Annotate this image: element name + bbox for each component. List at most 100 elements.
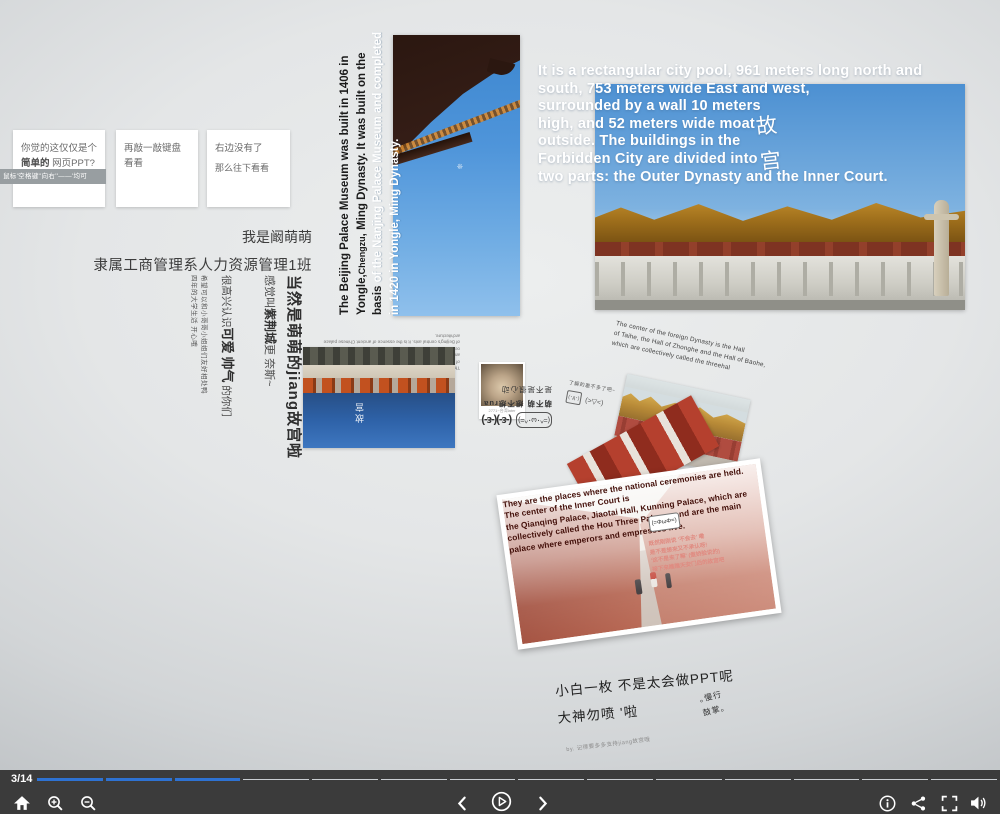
prev-slide-button[interactable] — [450, 792, 474, 814]
para-line-1: It is a rectangular city pool, 961 meter… — [538, 63, 978, 81]
watermark-text: 故宫 — [353, 401, 366, 423]
slide-counter: 3/14 — [11, 773, 32, 785]
zoom-out-icon — [80, 795, 97, 812]
inner-court-card: They are the places where the national c… — [496, 458, 781, 650]
cn-line-3b: 可爱 — [220, 328, 235, 354]
progress-segment[interactable] — [794, 779, 860, 780]
progress-segment[interactable] — [243, 779, 309, 780]
rotated-en-text: The Beijing Palace Museum was built in 1… — [337, 35, 405, 315]
water-band: 故宫 — [303, 393, 455, 448]
home-button[interactable] — [10, 792, 34, 814]
fullscreen-icon — [941, 795, 958, 812]
prev-icon — [457, 796, 467, 811]
kaomoji-text-2: 是不是很心动 — [452, 384, 552, 395]
info-button[interactable] — [875, 792, 899, 814]
byline-text: by. 记得要多多支持jiang故宫哦 — [566, 735, 651, 753]
autoplay-button[interactable] — [489, 790, 513, 812]
progress-segment[interactable] — [175, 778, 241, 781]
progress-segment[interactable] — [862, 779, 928, 780]
foreign-dynasty-paragraph: The center of the foreign Dynasty is the… — [611, 319, 789, 384]
en-line-4: in 1420 in Yongle, Ming Dynasty. — [387, 35, 404, 315]
next-slide-button[interactable] — [531, 792, 555, 814]
share-button[interactable] — [906, 792, 930, 814]
cn-tiny-1: 希望可以和小哥哥小姐姐们友好相处鸭 — [198, 275, 208, 471]
progress-segment[interactable] — [106, 778, 172, 781]
cn-line-3a: 很高兴认识 — [220, 275, 232, 328]
author-name: 我是阚萌萌 — [55, 227, 312, 247]
fullscreen-button[interactable] — [937, 792, 961, 814]
hint-card-2-line1: 再敲一敲键盘看看 — [124, 141, 190, 171]
cn-line-3c: 帅气 — [220, 356, 235, 382]
moat-photo-flipped: 故宫 — [303, 347, 455, 448]
para-line-2: south, 753 meters wide East and west, — [538, 81, 978, 99]
hint-card-3-line1: 右边没有了 — [215, 141, 282, 156]
marble-balustrade — [595, 256, 965, 300]
outro-text: 小白一枚 不是太会做PPT呢 大神勿喷 '啦 ｡慢行 鼓掌｡ — [554, 664, 736, 726]
cn-line-2b: 紫荆城 — [263, 308, 277, 344]
cn-tiny-2: 四年的大学生活 开心哦 — [187, 275, 197, 471]
share-icon — [910, 795, 927, 812]
cat-kaomoji: (=^･ω･^=) — [516, 412, 552, 428]
next-icon — [538, 796, 548, 811]
know-check-group: 了解的差不多了吧~ (･д･) (>▽<) — [565, 379, 616, 411]
roof-eaves-photo: ❊ — [393, 35, 520, 316]
player-toolbar: 3/14 — [0, 770, 1000, 814]
cn-line-1: 当然是萌萌的jiang故宫啦 — [284, 275, 305, 471]
hint-card-3: 右边没有了 那么往下看看 — [207, 130, 290, 207]
progress-segment[interactable] — [450, 779, 516, 780]
wall-band — [303, 365, 455, 378]
rotated-cn-text: 当然是萌萌的jiang故宫啦 感觉叫紫荆城更 奈斯~ 很高兴认识可爱 帅气 的你… — [195, 275, 305, 471]
flip-line-3: of Beijing's central axis. It is the ess… — [308, 332, 460, 345]
hint-card-1-bold: 简单的 — [21, 158, 50, 169]
para-line-7: two parts: the Outer Dynasty and the Inn… — [538, 169, 978, 187]
terrace-base — [595, 300, 965, 310]
hint-card-3-line2: 那么往下看看 — [215, 161, 282, 175]
progress-bar[interactable] — [37, 778, 997, 781]
progress-segment[interactable] — [312, 779, 378, 780]
info-icon — [879, 795, 896, 812]
roof-silhouette — [393, 35, 520, 316]
tree-band — [303, 347, 455, 365]
keyboard-hint-strip: 鼠标'空格键''向右''——'均可 — [0, 169, 106, 184]
stone-pillar — [934, 200, 949, 296]
volume-icon — [970, 795, 988, 811]
author-intro: 我是阚萌萌 隶属工商管理系人力资源管理1班 — [55, 227, 312, 275]
kaomoji-group-flipped: (=^･ω･^=) (-ε-)(-ε-) 萌不萌 想不想rua 是不是很心动 — [452, 384, 552, 428]
zoom-out-button[interactable] — [76, 792, 100, 814]
face-pair-kaomoji: (-ε-)(-ε-) — [482, 414, 512, 426]
progress-segment[interactable] — [931, 779, 997, 780]
autoplay-icon — [491, 791, 512, 812]
progress-segment[interactable] — [518, 779, 584, 780]
happy-face-kaomoji: (>▽<) — [585, 396, 604, 407]
hint-card-2: 再敲一敲键盘看看 — [116, 130, 198, 207]
progress-segment[interactable] — [381, 779, 447, 780]
square-face-kaomoji: (･д･) — [565, 390, 582, 405]
author-class: 隶属工商管理系人力资源管理1班 — [55, 254, 312, 275]
calligraphy-gu: 故 — [754, 109, 778, 141]
hint-card-1-line1: 你觉的这仅仅是个 — [21, 141, 97, 156]
zoom-in-button[interactable] — [43, 792, 67, 814]
progress-segment[interactable] — [587, 779, 653, 780]
home-icon — [13, 795, 31, 811]
progress-segment[interactable] — [656, 779, 722, 780]
boats-band — [303, 378, 455, 393]
hint-card-1-line2: 网页PPT? — [50, 158, 95, 169]
kaomoji-text-1: 萌不萌 想不想rua — [452, 398, 552, 409]
zoom-in-icon — [47, 795, 64, 812]
en-line-2c: , Ming Dynasty. It was built on the — [356, 53, 368, 237]
presentation-canvas[interactable]: 你觉的这仅仅是个 简单的 网页PPT? 再敲一敲键盘看看 右边没有了 那么往下看… — [0, 0, 1000, 770]
para-line-6: Forbidden City are divided into — [538, 151, 978, 169]
progress-segment[interactable] — [725, 779, 791, 780]
tiny-doodle: ❊ — [457, 163, 463, 171]
en-line-3a: basis — [372, 282, 384, 315]
progress-segment[interactable] — [37, 778, 103, 781]
volume-button[interactable] — [967, 792, 991, 814]
en-line-3b: of the Nanjing Palace Museum and complet… — [372, 32, 384, 283]
en-line-2b: Chengzu — [357, 236, 367, 274]
cn-line-3d: 的你们 — [220, 382, 232, 416]
en-line-2a: Yongle, — [356, 274, 368, 315]
cn-line-2c: 更 奈斯~ — [263, 344, 275, 386]
en-line-1: The Beijing Palace Museum was built in 1… — [337, 35, 354, 315]
calligraphy-gong: 宫 — [758, 144, 782, 176]
cn-line-2a: 感觉叫 — [263, 275, 275, 308]
